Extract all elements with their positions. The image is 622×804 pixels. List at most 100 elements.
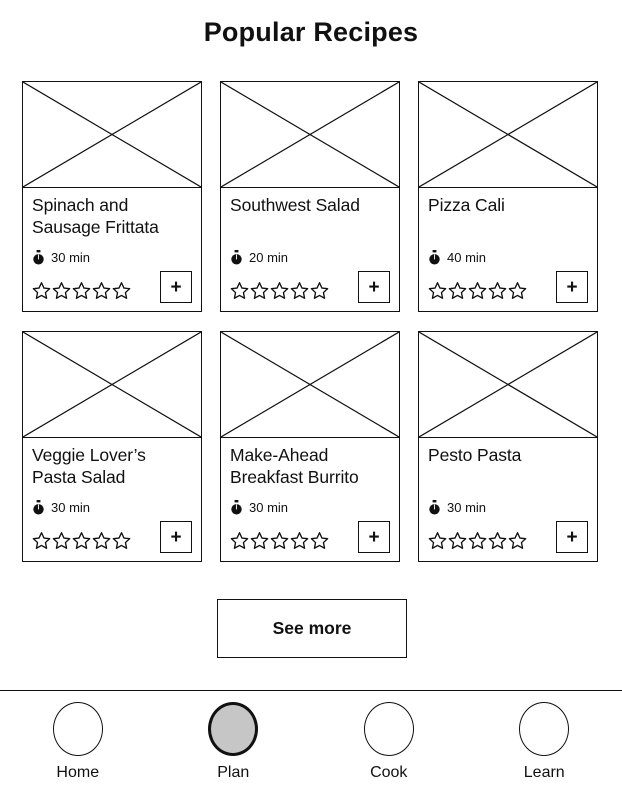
star-icon[interactable]	[508, 281, 527, 300]
recipe-title: Make-Ahead Breakfast Burrito	[230, 445, 359, 487]
image-placeholder-icon	[419, 332, 597, 438]
recipe-time-label: 20 min	[249, 249, 289, 265]
rating-stars[interactable]	[230, 281, 329, 300]
recipe-time-label: 30 min	[51, 499, 91, 515]
star-icon[interactable]	[52, 531, 71, 550]
add-recipe-button[interactable]: +	[556, 521, 588, 553]
nav-label: Plan	[217, 764, 250, 781]
rating-stars[interactable]	[32, 281, 131, 300]
recipe-card[interactable]: Pizza Cali 40 min +	[418, 81, 598, 312]
page-title: Popular Recipes	[203, 17, 419, 47]
nav-item-home[interactable]: Home	[0, 702, 156, 781]
add-recipe-button[interactable]: +	[358, 271, 390, 303]
add-recipe-button[interactable]: +	[556, 271, 588, 303]
star-icon[interactable]	[310, 281, 329, 300]
recipe-time-label: 30 min	[249, 499, 289, 515]
star-icon[interactable]	[92, 281, 111, 300]
recipe-card-body: Veggie Lover’s Pasta Salad 30 min +	[23, 438, 201, 561]
image-placeholder-icon	[221, 82, 399, 188]
stopwatch-icon	[33, 249, 44, 264]
nav-icon-cook	[363, 702, 414, 756]
recipe-card-body: Spinach and Sausage Frittata 30 min +	[23, 188, 201, 311]
star-icon[interactable]	[270, 281, 289, 300]
recipe-card-body: Pesto Pasta 30 min +	[419, 438, 597, 561]
nav-icon-home	[52, 702, 103, 756]
recipe-time: 30 min	[230, 498, 390, 516]
star-icon[interactable]	[270, 531, 289, 550]
add-recipe-button[interactable]: +	[160, 521, 192, 553]
star-icon[interactable]	[92, 531, 111, 550]
star-icon[interactable]	[230, 281, 249, 300]
recipe-card[interactable]: Make-Ahead Breakfast Burrito 30 min +	[220, 331, 400, 562]
recipe-time: 30 min	[428, 498, 588, 516]
star-icon[interactable]	[250, 531, 269, 550]
image-placeholder-icon	[221, 332, 399, 438]
star-icon[interactable]	[468, 281, 487, 300]
nav-item-cook[interactable]: Cook	[311, 702, 467, 781]
recipe-time-label: 30 min	[51, 249, 91, 265]
recipe-card[interactable]: Spinach and Sausage Frittata 30 min +	[22, 81, 202, 312]
rating-stars[interactable]	[428, 281, 527, 300]
star-icon[interactable]	[290, 531, 309, 550]
recipe-card-footer: +	[428, 519, 588, 553]
nav-item-learn[interactable]: Learn	[467, 702, 622, 781]
star-icon[interactable]	[230, 531, 249, 550]
recipe-title: Spinach and Sausage Frittata	[32, 195, 159, 237]
stopwatch-icon	[231, 499, 242, 514]
bottom-nav: Home Plan Cook Learn	[0, 702, 622, 781]
star-icon[interactable]	[250, 281, 269, 300]
recipe-card-footer: +	[32, 519, 192, 553]
nav-item-plan[interactable]: Plan	[156, 702, 312, 781]
recipe-time: 20 min	[230, 248, 390, 266]
star-icon[interactable]	[310, 531, 329, 550]
recipe-title: Pesto Pasta	[428, 445, 522, 465]
rating-stars[interactable]	[230, 531, 329, 550]
recipe-time-label: 40 min	[447, 249, 487, 265]
see-more-button[interactable]: See more	[217, 599, 407, 658]
stopwatch-icon	[33, 499, 44, 514]
star-icon[interactable]	[488, 531, 507, 550]
star-icon[interactable]	[468, 531, 487, 550]
recipe-title: Veggie Lover’s Pasta Salad	[32, 445, 146, 487]
star-icon[interactable]	[428, 281, 447, 300]
recipe-time: 30 min	[32, 498, 192, 516]
nav-label: Cook	[370, 764, 408, 781]
stopwatch-icon	[231, 249, 242, 264]
recipe-card-footer: +	[230, 269, 390, 303]
recipe-card-body: Make-Ahead Breakfast Burrito 30 min +	[221, 438, 399, 561]
rating-stars[interactable]	[428, 531, 527, 550]
recipe-card-footer: +	[428, 269, 588, 303]
star-icon[interactable]	[290, 281, 309, 300]
stopwatch-icon	[429, 499, 440, 514]
star-icon[interactable]	[488, 281, 507, 300]
add-recipe-button[interactable]: +	[160, 271, 192, 303]
star-icon[interactable]	[448, 531, 467, 550]
star-icon[interactable]	[72, 281, 91, 300]
recipe-card[interactable]: Southwest Salad 20 min +	[220, 81, 400, 312]
recipe-time-label: 30 min	[447, 499, 487, 515]
recipe-time: 40 min	[428, 248, 588, 266]
star-icon[interactable]	[32, 281, 51, 300]
image-placeholder-icon	[23, 332, 201, 438]
star-icon[interactable]	[428, 531, 447, 550]
nav-icon-plan	[208, 702, 259, 756]
image-placeholder-icon	[23, 82, 201, 188]
recipe-card[interactable]: Veggie Lover’s Pasta Salad 30 min +	[22, 331, 202, 562]
recipe-card-body: Southwest Salad 20 min +	[221, 188, 399, 311]
recipe-card-footer: +	[230, 519, 390, 553]
star-icon[interactable]	[508, 531, 527, 550]
rating-stars[interactable]	[32, 531, 131, 550]
star-icon[interactable]	[52, 281, 71, 300]
star-icon[interactable]	[72, 531, 91, 550]
stopwatch-icon	[429, 249, 440, 264]
star-icon[interactable]	[112, 531, 131, 550]
star-icon[interactable]	[448, 281, 467, 300]
image-placeholder-icon	[419, 82, 597, 188]
star-icon[interactable]	[112, 281, 131, 300]
recipe-card[interactable]: Pesto Pasta 30 min +	[418, 331, 598, 562]
recipe-card-footer: +	[32, 269, 192, 303]
add-recipe-button[interactable]: +	[358, 521, 390, 553]
nav-label: Learn	[523, 764, 565, 781]
star-icon[interactable]	[32, 531, 51, 550]
recipe-card-grid: Spinach and Sausage Frittata 30 min + South…	[22, 81, 600, 562]
